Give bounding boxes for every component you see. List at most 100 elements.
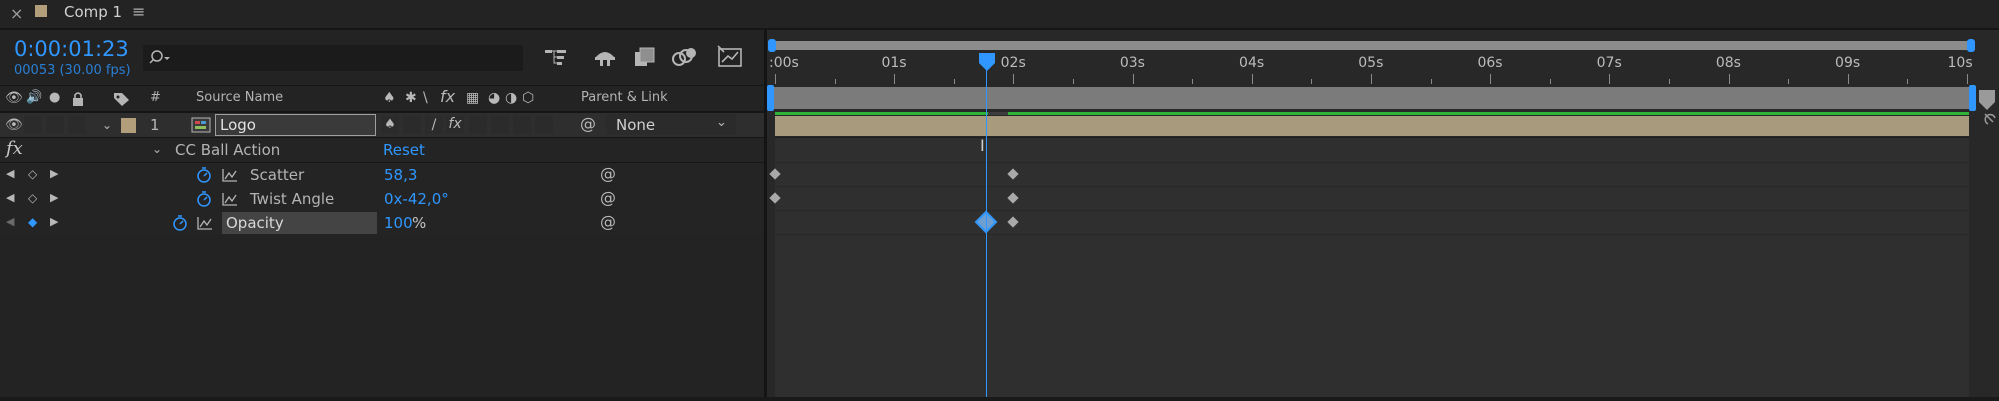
expression-pickwhip-icon[interactable]: @ <box>600 189 616 207</box>
layer-3d-switch[interactable] <box>535 116 553 134</box>
motion-blur-icon[interactable] <box>670 45 698 69</box>
layer-effect-switch[interactable]: fx <box>446 116 464 134</box>
property-value[interactable]: 58,3 <box>384 166 417 184</box>
effect-switch-icon[interactable]: fx <box>440 88 455 106</box>
keyframe-layer <box>767 30 1977 401</box>
layer-name: Logo <box>220 116 256 134</box>
property-name: Opacity <box>226 214 284 232</box>
close-tab-icon[interactable]: × <box>10 4 23 23</box>
add-keyframe-icon[interactable]: ◇ <box>28 165 37 183</box>
graph-icon[interactable] <box>221 191 239 207</box>
effect-icon: fx <box>448 116 462 132</box>
parent-pickwhip-icon[interactable]: @ <box>580 115 596 133</box>
column-parent-link[interactable]: Parent & Link <box>581 90 668 105</box>
comp-color-label <box>35 5 47 17</box>
property-value[interactable]: 100 <box>384 214 413 232</box>
collapse-switch-icon[interactable]: ✱ <box>405 89 417 107</box>
layer-frameblend-switch[interactable] <box>469 116 487 134</box>
adjustment-layer-switch-icon[interactable]: ◑ <box>505 89 517 107</box>
property-name: Twist Angle <box>250 190 335 208</box>
layer-expand-chevron-icon[interactable]: ⌄ <box>102 116 112 134</box>
search-input[interactable] <box>143 45 523 71</box>
keyframe[interactable] <box>1007 216 1020 228</box>
layer-quality-switch[interactable]: / <box>425 116 443 134</box>
layer-collapse-switch[interactable] <box>403 116 421 134</box>
prev-keyframe-icon[interactable]: ◀ <box>6 165 14 183</box>
motion-blur-switch-icon[interactable]: ◕ <box>488 89 500 107</box>
frame-blend-switch-icon[interactable]: ▦ <box>466 89 479 107</box>
add-keyframe-icon[interactable]: ◇ <box>28 189 37 207</box>
tab-comp-title[interactable]: Comp 1 <box>64 3 122 21</box>
property-row-twist-angle: ◀ ◇ ▶ Twist Angle 0x-42,0° @ <box>0 187 767 211</box>
effect-row: fx ⌄ CC Ball Action Reset <box>0 138 767 162</box>
property-name: Scatter <box>250 166 305 184</box>
column-number: # <box>150 90 161 105</box>
property-value[interactable]: 0x-42,0° <box>384 190 449 208</box>
dropdown-chevron-icon: ⌄ <box>716 115 727 130</box>
property-row-opacity: ◀ ◆ ▶ Opacity 100 % @ <box>0 211 767 235</box>
property-unit: % <box>412 214 427 232</box>
search-icon <box>149 50 170 64</box>
stopwatch-icon[interactable] <box>195 166 213 184</box>
quality-switch-icon[interactable]: \ <box>423 89 428 107</box>
composition-flowchart-icon[interactable] <box>543 47 569 69</box>
3d-layer-switch-icon[interactable]: ⬡ <box>522 89 534 107</box>
shy-switch-icon[interactable]: ♠ <box>383 89 396 107</box>
current-timecode[interactable]: 0:00:01:23 <box>14 37 129 61</box>
graph-icon[interactable] <box>221 167 239 183</box>
property-name-selected[interactable]: Opacity <box>222 212 377 234</box>
effect-name[interactable]: CC Ball Action <box>175 141 280 159</box>
column-source-name[interactable]: Source Name <box>196 90 283 105</box>
tab-bar: × Comp 1 ≡ <box>0 0 1999 28</box>
layer-label-color[interactable] <box>121 118 136 133</box>
layer-lock-cell[interactable] <box>68 116 86 134</box>
graph-icon[interactable] <box>196 215 214 231</box>
playhead-handle-icon[interactable] <box>978 52 996 72</box>
shy-icon: ♠ <box>384 117 396 132</box>
property-row-scatter: ◀ ◇ ▶ Scatter 58,3 @ <box>0 163 767 187</box>
expression-pickwhip-icon[interactable]: @ <box>600 165 616 183</box>
stopwatch-icon[interactable] <box>171 214 189 232</box>
next-keyframe-icon[interactable]: ▶ <box>50 213 58 231</box>
next-keyframe-icon[interactable]: ▶ <box>50 165 58 183</box>
shy-layers-icon[interactable] <box>592 45 618 69</box>
parent-dropdown[interactable]: None ⌄ <box>606 114 736 135</box>
layer-solo-cell[interactable] <box>46 116 64 134</box>
stopwatch-icon[interactable] <box>195 190 213 208</box>
layer-number: 1 <box>150 116 160 134</box>
layer-visibility-icon[interactable]: 👁 <box>5 116 23 134</box>
layer-shy-switch[interactable]: ♠ <box>381 116 399 134</box>
video-switch-icon[interactable]: 👁 <box>5 89 23 107</box>
playhead[interactable] <box>978 53 995 401</box>
effect-reset-link[interactable]: Reset <box>383 141 425 159</box>
frame-blending-icon[interactable] <box>632 45 658 69</box>
parent-value: None <box>616 116 656 134</box>
label-tag-icon[interactable] <box>113 91 131 107</box>
layer-name-field[interactable]: Logo <box>215 114 376 136</box>
quality-icon: / <box>431 117 437 133</box>
next-keyframe-icon[interactable]: ▶ <box>50 189 58 207</box>
text-cursor-icon: I <box>980 136 985 155</box>
keyframe[interactable] <box>1007 168 1020 180</box>
keyframe[interactable] <box>769 192 781 204</box>
prev-keyframe-icon[interactable]: ◀ <box>6 189 14 207</box>
layer-audio-cell[interactable] <box>24 116 42 134</box>
expression-pickwhip-icon[interactable]: @ <box>600 213 616 231</box>
keyframe-on-icon[interactable]: ◆ <box>28 213 37 231</box>
solo-switch-icon[interactable]: ● <box>49 89 60 107</box>
keyframe[interactable] <box>1007 192 1020 204</box>
audio-switch-icon[interactable]: 🔊 <box>26 89 42 107</box>
layer-row[interactable]: 👁 ⌄ 1 Logo ♠ / fx @ None ⌄ <box>0 113 767 137</box>
layer-motionblur-switch[interactable] <box>491 116 509 134</box>
graph-editor-icon[interactable] <box>716 44 744 70</box>
prev-keyframe-icon[interactable]: ◀ <box>6 213 14 231</box>
timeline-area: :00s 01s 02s 03s 04s 05s 06s 07s 08s 09s 10s I <box>767 30 1999 401</box>
footage-thumbnail-icon <box>191 117 211 133</box>
frame-info: 00053 (30.00 fps) <box>14 63 131 78</box>
panel-menu-icon[interactable]: ≡ <box>132 2 145 21</box>
lock-icon[interactable] <box>71 91 85 107</box>
keyframe[interactable] <box>769 168 781 180</box>
effect-expand-chevron-icon[interactable]: ⌄ <box>152 140 162 158</box>
column-header-bar: 👁 🔊 ● # Source Name ♠ ✱ \ fx ▦ ◕ ◑ ⬡ Par… <box>0 86 767 111</box>
layer-adjustment-switch[interactable] <box>513 116 531 134</box>
